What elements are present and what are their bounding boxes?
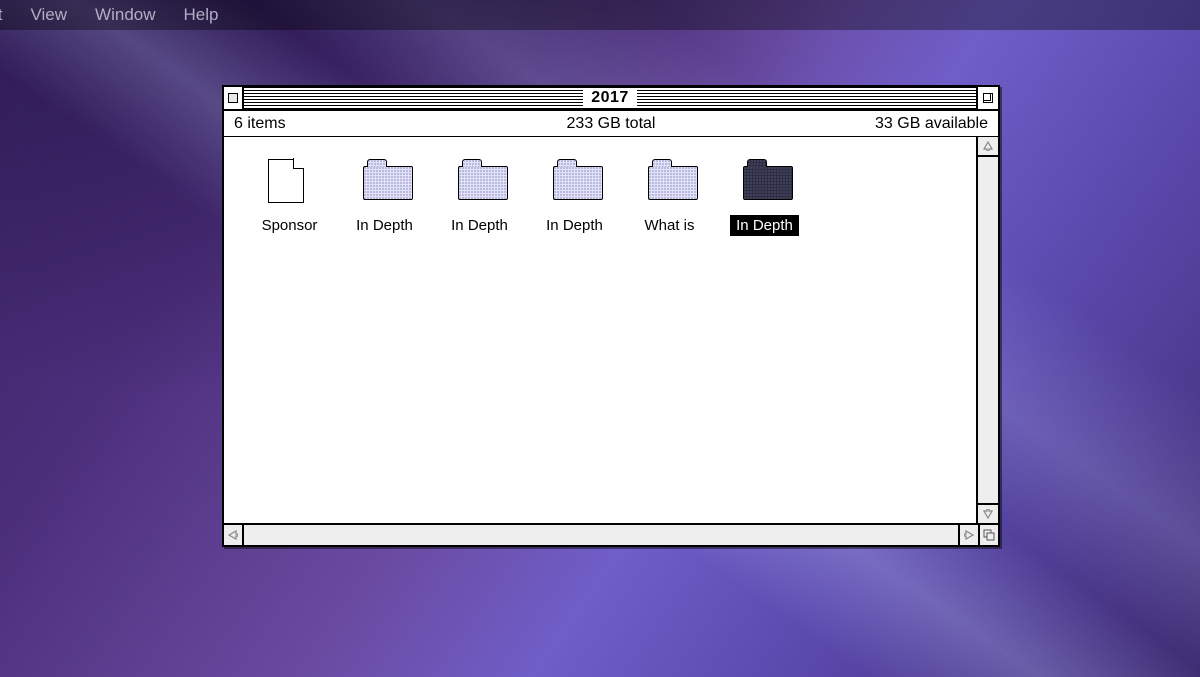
item-label: In Depth xyxy=(445,215,514,236)
menu-item-window[interactable]: Window xyxy=(95,5,155,25)
window-titlebar[interactable]: 2017 xyxy=(224,87,998,111)
window-body: Sponsor In Depth In Depth In Depth What is In… xyxy=(224,137,998,525)
status-item-count: 6 items xyxy=(234,115,414,133)
item-label: In Depth xyxy=(350,215,419,236)
window-title: 2017 xyxy=(583,89,637,107)
vertical-scroll-track[interactable] xyxy=(978,157,998,503)
folder-item[interactable]: In Depth xyxy=(337,161,432,236)
folder-icon xyxy=(363,166,413,200)
item-label: What is xyxy=(638,215,700,236)
folder-item[interactable]: In Depth xyxy=(527,161,622,236)
scroll-right-arrow-icon[interactable] xyxy=(958,525,978,545)
vertical-scrollbar[interactable] xyxy=(978,137,998,525)
file-item[interactable]: Sponsor xyxy=(242,161,337,236)
item-label: In Depth xyxy=(730,215,799,236)
close-box-icon[interactable] xyxy=(224,87,244,109)
folder-icon xyxy=(458,166,508,200)
finder-window: 2017 6 items 233 GB total 33 GB availabl… xyxy=(222,85,1000,547)
folder-icon xyxy=(648,166,698,200)
resize-handle-icon[interactable] xyxy=(978,525,998,545)
folder-item[interactable]: In Depth xyxy=(717,161,812,236)
folder-item[interactable]: In Depth xyxy=(432,161,527,236)
horizontal-scrollbar[interactable] xyxy=(224,525,998,545)
item-label: Sponsor xyxy=(256,215,324,236)
folder-item[interactable]: What is xyxy=(622,161,717,236)
scroll-left-arrow-icon[interactable] xyxy=(224,525,244,545)
titlebar-stripes[interactable]: 2017 xyxy=(244,87,976,109)
menu-item-view[interactable]: View xyxy=(31,5,68,25)
scroll-up-arrow-icon[interactable] xyxy=(978,137,998,157)
menu-item-help[interactable]: Help xyxy=(184,5,219,25)
item-label: In Depth xyxy=(540,215,609,236)
zoom-box-icon[interactable] xyxy=(976,87,998,109)
file-list[interactable]: Sponsor In Depth In Depth In Depth What is In… xyxy=(224,137,978,525)
status-disk-available: 33 GB available xyxy=(808,115,988,133)
document-icon xyxy=(268,159,304,203)
folder-icon xyxy=(743,166,793,200)
menu-item-edit-partial[interactable]: it xyxy=(0,5,3,25)
menubar: it View Window Help xyxy=(0,0,1200,30)
status-disk-total: 233 GB total xyxy=(414,115,808,133)
scroll-down-arrow-icon[interactable] xyxy=(978,503,998,523)
horizontal-scroll-track[interactable] xyxy=(244,525,958,545)
status-bar: 6 items 233 GB total 33 GB available xyxy=(224,111,998,137)
folder-icon xyxy=(553,166,603,200)
